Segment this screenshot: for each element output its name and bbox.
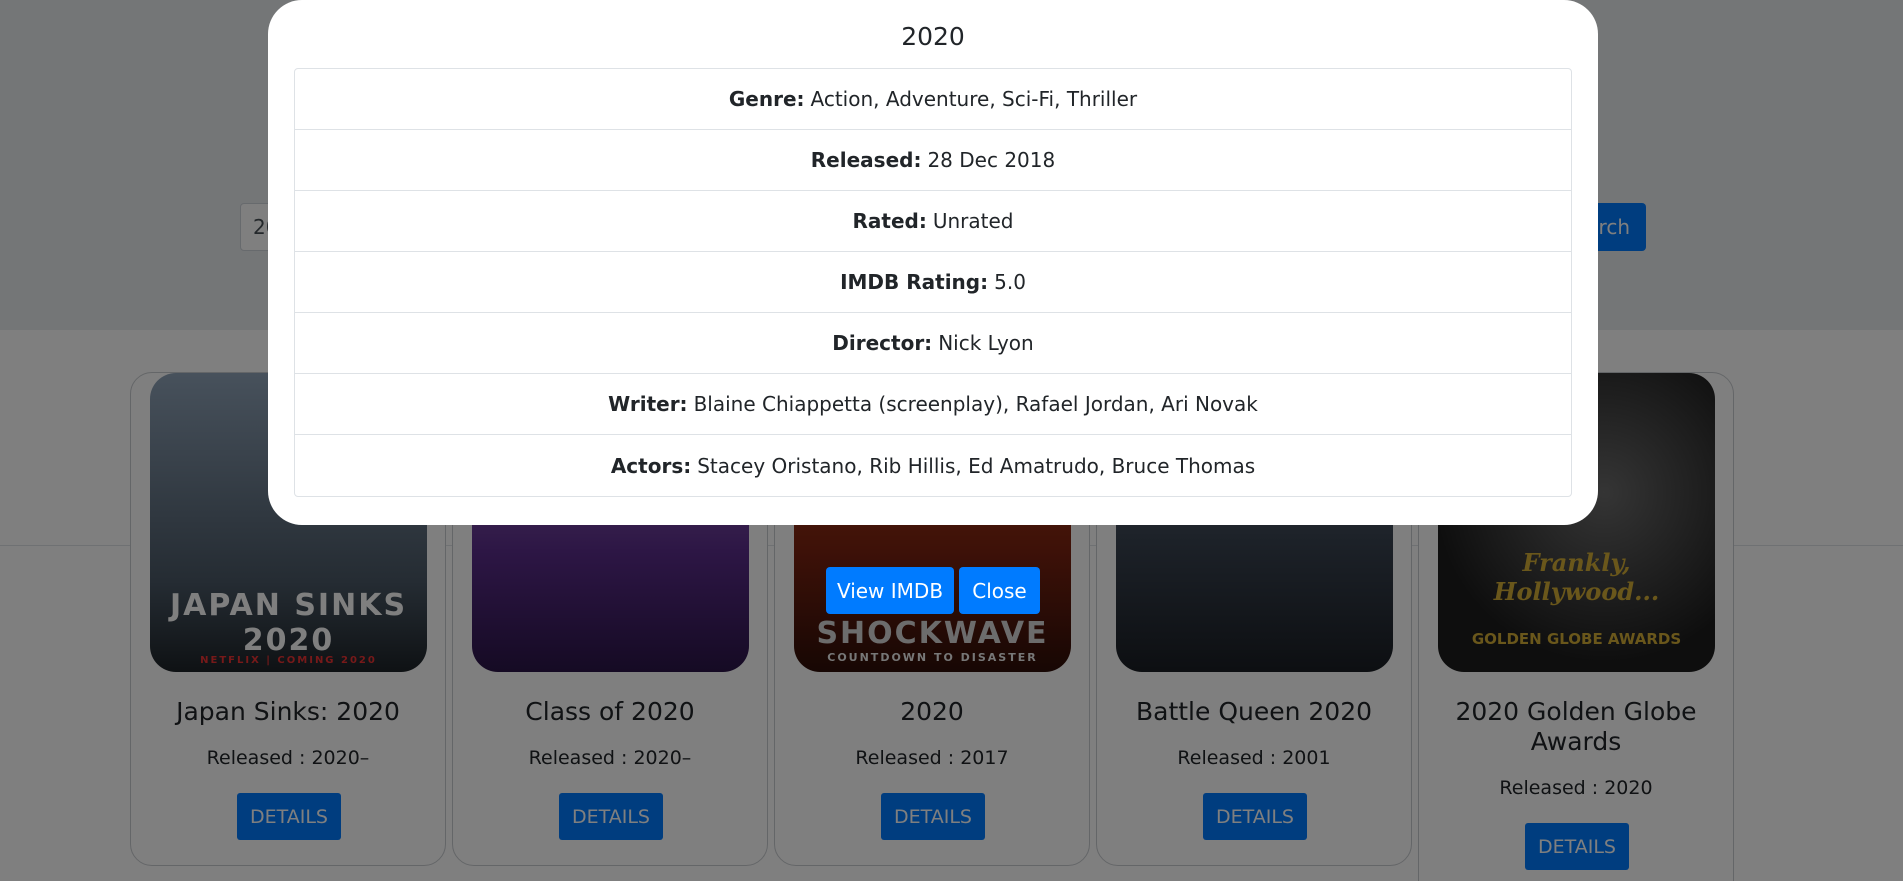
modal-title: 2020	[901, 22, 965, 51]
detail-value: Stacey Oristano, Rib Hillis, Ed Amatrudo…	[697, 453, 1256, 478]
detail-imdb-rating: IMDB Rating: 5.0	[295, 252, 1571, 313]
detail-rated: Rated: Unrated	[295, 191, 1571, 252]
detail-director: Director: Nick Lyon	[295, 313, 1571, 374]
detail-value: 28 Dec 2018	[927, 148, 1056, 172]
details-list: Genre: Action, Adventure, Sci-Fi, Thrille…	[294, 68, 1572, 497]
detail-writer: Writer: Blaine Chiappetta (screenplay), R…	[295, 374, 1571, 435]
detail-label: Genre:	[728, 87, 805, 111]
detail-value: Nick Lyon	[938, 331, 1034, 355]
detail-label: Rated:	[852, 209, 927, 233]
detail-value: Blaine Chiappetta (screenplay), Rafael J…	[693, 392, 1258, 416]
detail-actors: Actors: Stacey Oristano, Rib Hillis, Ed A…	[295, 435, 1571, 496]
detail-label: Released:	[810, 148, 922, 172]
detail-genre: Genre: Action, Adventure, Sci-Fi, Thrille…	[295, 69, 1571, 130]
detail-released: Released: 28 Dec 2018	[295, 130, 1571, 191]
movie-details-modal: 2020 Genre: Action, Adventure, Sci-Fi, Th…	[268, 0, 1598, 525]
detail-value: 5.0	[994, 270, 1026, 294]
detail-label: Writer:	[608, 392, 688, 416]
detail-label: Director:	[832, 331, 933, 355]
view-imdb-button[interactable]: View IMDB	[826, 567, 954, 614]
detail-value: Unrated	[932, 209, 1014, 233]
detail-label: Actors:	[610, 453, 692, 478]
close-button[interactable]: Close	[959, 567, 1040, 614]
detail-label: IMDB Rating:	[840, 270, 989, 294]
detail-value: Action, Adventure, Sci-Fi, Thriller	[810, 87, 1138, 111]
